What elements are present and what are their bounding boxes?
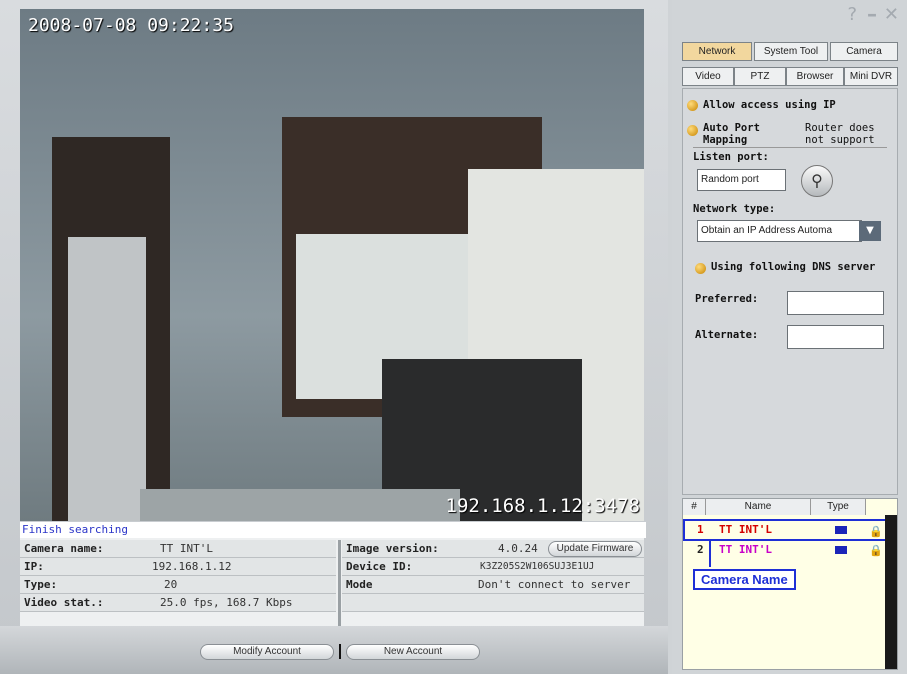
preferred-dns-field[interactable]	[787, 291, 884, 315]
lock-icon: 🔒	[869, 525, 883, 538]
main-window: 2008-07-08 09:22:35 192.168.1.12:3478 Fi…	[0, 0, 668, 674]
port-test-button[interactable]: ⚲	[801, 165, 833, 197]
video-ip-overlay: 192.168.1.12:3478	[445, 495, 640, 517]
auto-port-label: Auto Port Mapping	[703, 122, 760, 146]
auto-port-radio[interactable]	[687, 125, 698, 136]
camera-name-annotation: Camera Name	[693, 569, 796, 590]
chevron-down-icon[interactable]: ▼	[859, 221, 881, 241]
mode-label: Mode	[346, 578, 373, 591]
image-version-value: 4.0.24	[498, 542, 538, 555]
tab-camera[interactable]: Camera	[830, 42, 898, 61]
tab-ptz[interactable]: PTZ	[734, 67, 786, 86]
video-scene-doorway	[68, 237, 146, 521]
mode-value: Don't connect to server	[478, 578, 631, 591]
annotation-arrow	[709, 539, 711, 567]
tab-video[interactable]: Video	[682, 67, 734, 86]
tab-mini-dvr[interactable]: Mini DVR	[844, 67, 898, 86]
dns-radio[interactable]	[695, 263, 706, 274]
camera-row-num: 1	[697, 523, 704, 536]
device-id-label: Device ID:	[346, 560, 413, 573]
listen-port-label: Listen port:	[693, 151, 769, 163]
minimize-icon[interactable]: –	[867, 2, 877, 26]
video-camera-icon	[835, 526, 847, 534]
camera-row-num: 2	[697, 543, 704, 556]
info-divider	[338, 540, 341, 626]
router-note: Router does not support	[805, 122, 875, 146]
update-firmware-button[interactable]: Update Firmware	[548, 541, 642, 557]
close-icon[interactable]: ✕	[884, 4, 899, 25]
image-version-label: Image version:	[346, 542, 439, 555]
camera-name-value: TT INT'L	[160, 542, 213, 555]
video-stat-label: Video stat.:	[24, 596, 104, 609]
modify-account-button[interactable]: Modify Account	[200, 644, 334, 660]
column-header-name: Name	[706, 499, 811, 515]
listen-port-field[interactable]: Random port	[697, 169, 786, 191]
ip-label: IP:	[24, 560, 44, 573]
status-message: Finish searching	[20, 522, 646, 538]
video-scene-floor	[140, 489, 460, 521]
camera-row-name: TT INT'L	[719, 523, 772, 536]
video-stat-value: 25.0 fps, 168.7 Kbps	[160, 596, 293, 609]
video-timestamp: 2008-07-08 09:22:35	[28, 15, 234, 36]
bottom-bar: Modify Account New Account	[0, 626, 668, 674]
lock-icon: 🔒	[869, 544, 883, 557]
help-icon[interactable]: ?	[847, 4, 857, 25]
camera-name-label: Camera name:	[24, 542, 104, 555]
allow-access-radio[interactable]	[687, 100, 698, 111]
network-type-select[interactable]: Obtain an IP Address Automa	[697, 220, 862, 242]
device-id-value: K3Z205S2W106SUJ3E1UJ	[480, 561, 595, 572]
new-account-button[interactable]: New Account	[346, 644, 480, 660]
video-camera-icon	[835, 546, 847, 554]
tab-system-tool[interactable]: System Tool	[754, 42, 828, 61]
alternate-dns-field[interactable]	[787, 325, 884, 349]
tab-network[interactable]: Network	[682, 42, 752, 61]
preferred-dns-label: Preferred:	[695, 293, 759, 305]
column-header-type: Type	[811, 499, 866, 515]
alternate-dns-label: Alternate:	[695, 329, 759, 341]
camera-list-scrollbar[interactable]	[885, 515, 897, 669]
camera-list: # Name Type 1 TT INT'L 🔒 2 TT INT'L 🔒 Ca…	[682, 498, 898, 670]
column-header-num: #	[683, 499, 706, 515]
camera-row-name: TT INT'L	[719, 543, 772, 556]
video-view[interactable]: 2008-07-08 09:22:35 192.168.1.12:3478	[20, 9, 644, 521]
camera-info-panel: Finish searching Camera name: TT INT'L I…	[20, 522, 646, 626]
type-label: Type:	[24, 578, 58, 591]
network-config-panel: Allow access using IP Auto Port Mapping …	[682, 88, 898, 495]
camera-row-2[interactable]: 2 TT INT'L 🔒	[683, 541, 883, 559]
network-type-label: Network type:	[693, 203, 776, 215]
ip-value: 192.168.1.12	[152, 560, 232, 573]
tab-browser[interactable]: Browser	[786, 67, 844, 86]
allow-access-label: Allow access using IP	[703, 99, 836, 111]
dns-label: Using following DNS server	[711, 261, 876, 273]
type-value: 20	[164, 578, 178, 591]
camera-row-1[interactable]: 1 TT INT'L 🔒	[683, 519, 887, 541]
